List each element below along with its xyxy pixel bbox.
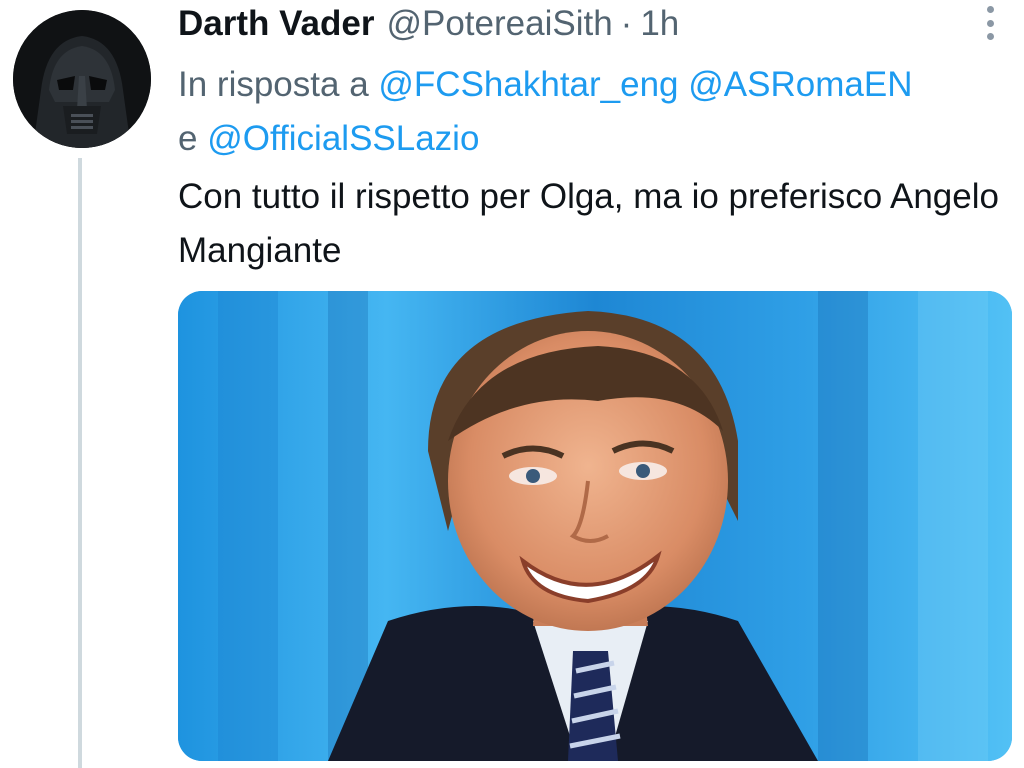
tweet-header: Darth Vader @PotereaiSith · 1h — [178, 4, 1008, 48]
avatar[interactable] — [13, 10, 151, 148]
tweet-media-image[interactable] — [178, 291, 1012, 761]
mention-link[interactable]: @ASRomaEN — [688, 65, 912, 104]
more-options-icon[interactable] — [982, 6, 998, 40]
darth-vader-helmet-icon — [13, 10, 151, 148]
mention-joiner: e — [178, 119, 198, 158]
thread-line — [78, 158, 82, 768]
author-name[interactable]: Darth Vader — [178, 4, 374, 44]
timestamp[interactable]: 1h — [640, 4, 679, 44]
reply-context: In risposta a @FCShakhtar_eng @ASRomaEN … — [178, 58, 1018, 166]
tweet-text: Con tutto il rispetto per Olga, ma io pr… — [178, 177, 999, 270]
separator-dot: · — [620, 4, 633, 43]
photo-smiling-man — [178, 291, 1012, 761]
mention-link[interactable]: @OfficialSSLazio — [207, 119, 479, 158]
mention-link[interactable]: @FCShakhtar_eng — [378, 65, 678, 104]
author-handle[interactable]: @PotereaiSith — [386, 4, 612, 44]
reply-prefix: In risposta a — [178, 65, 369, 104]
